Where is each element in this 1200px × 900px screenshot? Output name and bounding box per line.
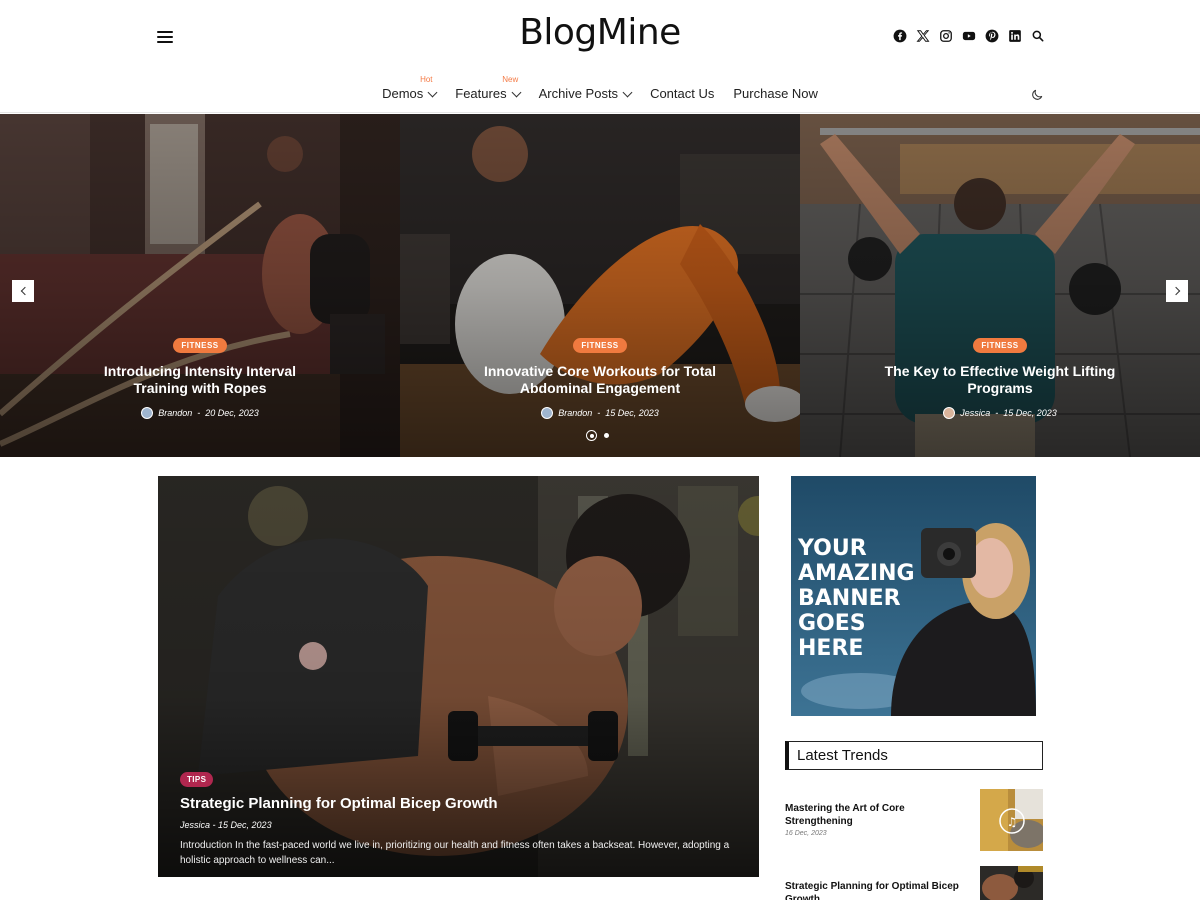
banner-line: YOUR xyxy=(798,536,867,561)
slider-next-button[interactable] xyxy=(1166,280,1188,302)
social-icons xyxy=(893,29,1045,43)
slider-dot-active[interactable] xyxy=(586,430,597,441)
site-header: BlogMine Demos Hot Features New Archive … xyxy=(0,0,1200,113)
category-badge[interactable]: FITNESS xyxy=(973,338,1027,353)
nav-item-contact-us[interactable]: Contact Us xyxy=(650,86,714,101)
slide-meta: Brandon - 20 Dec, 2023 xyxy=(0,407,400,419)
latest-trends-heading: Latest Trends xyxy=(785,741,1043,770)
avatar xyxy=(541,407,554,419)
nav-item-demos[interactable]: Demos Hot xyxy=(382,75,438,101)
youtube-icon[interactable] xyxy=(962,29,976,43)
pinterest-icon[interactable] xyxy=(985,29,999,43)
chevron-left-icon xyxy=(20,286,29,296)
search-icon[interactable] xyxy=(1031,29,1045,43)
meta-separator: - xyxy=(995,408,999,418)
banner-line: HERE xyxy=(798,636,864,661)
post-date: 15 Dec, 2023 xyxy=(605,408,659,418)
nav-label: Contact Us xyxy=(650,86,715,101)
post-date: 15 Dec, 2023 xyxy=(218,820,272,830)
author-name[interactable]: Brandon xyxy=(558,408,592,418)
slide-content: FITNESS Introducing Intensity Interval T… xyxy=(0,335,400,419)
banner-line: AMAZING xyxy=(798,561,915,586)
slide-card[interactable]: FITNESS Introducing Intensity Interval T… xyxy=(0,114,400,457)
slider-dot[interactable] xyxy=(604,433,609,438)
svg-text:♫: ♫ xyxy=(1007,815,1018,829)
slide-meta: Jessica - 15 Dec, 2023 xyxy=(800,407,1200,419)
main-nav: Demos Hot Features New Archive Posts Con… xyxy=(0,75,1200,101)
featured-excerpt: Introduction In the fast-paced world we … xyxy=(180,840,730,866)
author-name[interactable]: Brandon xyxy=(158,408,192,418)
nav-label: Demos xyxy=(382,86,424,101)
post-date: 15 Dec, 2023 xyxy=(1003,408,1057,418)
linkedin-icon[interactable] xyxy=(1008,29,1022,43)
avatar xyxy=(141,407,154,419)
slide-title[interactable]: Introducing Intensity Interval Training … xyxy=(75,363,325,397)
post-date: 20 Dec, 2023 xyxy=(205,408,259,418)
slide-meta: Brandon - 15 Dec, 2023 xyxy=(400,407,800,419)
ad-banner[interactable]: YOUR AMAZING BANNER GOES HERE xyxy=(791,476,1036,716)
moon-icon[interactable] xyxy=(1030,88,1044,102)
nav-item-archive-posts[interactable]: Archive Posts xyxy=(538,86,633,101)
hot-badge: Hot xyxy=(420,75,433,84)
facebook-icon[interactable] xyxy=(893,29,907,43)
slide-content: FITNESS The Key to Effective Weight Lift… xyxy=(800,335,1200,419)
slide-title[interactable]: The Key to Effective Weight Lifting Prog… xyxy=(875,363,1125,397)
instagram-icon[interactable] xyxy=(939,29,953,43)
avatar xyxy=(943,407,956,419)
banner-text: YOUR AMAZING BANNER GOES HERE xyxy=(798,536,915,661)
slider-prev-button[interactable] xyxy=(12,280,34,302)
slide-card[interactable]: FITNESS The Key to Effective Weight Lift… xyxy=(800,114,1200,457)
featured-post[interactable]: TIPS Strategic Planning for Optimal Bice… xyxy=(158,476,759,877)
nav-label: Features xyxy=(455,86,507,101)
trend-item[interactable]: Mastering the Art of Core Strengthening … xyxy=(785,789,1043,851)
slide-card[interactable]: FITNESS Innovative Core Workouts for Tot… xyxy=(400,114,800,457)
featured-meta: Jessica - 15 Dec, 2023 xyxy=(180,820,740,830)
category-badge[interactable]: FITNESS xyxy=(573,338,627,353)
featured-title[interactable]: Strategic Planning for Optimal Bicep Gro… xyxy=(180,795,740,812)
nav-item-features[interactable]: Features New xyxy=(455,75,522,101)
nav-item-purchase-now[interactable]: Purchase Now xyxy=(733,86,818,101)
trend-title[interactable]: Mastering the Art of Core Strengthening xyxy=(785,802,965,828)
nav-label: Purchase Now xyxy=(733,86,818,101)
nav-label: Archive Posts xyxy=(538,86,619,101)
slide-content: FITNESS Innovative Core Workouts for Tot… xyxy=(400,335,800,419)
slide-title[interactable]: Innovative Core Workouts for Total Abdom… xyxy=(475,363,725,397)
chevron-down-icon xyxy=(511,87,522,97)
x-twitter-icon[interactable] xyxy=(916,29,930,43)
author-name[interactable]: Jessica xyxy=(960,408,990,418)
trend-item[interactable]: Strategic Planning for Optimal Bicep Gro… xyxy=(785,866,1043,900)
meta-separator: - xyxy=(197,408,201,418)
meta-separator: - xyxy=(597,408,601,418)
banner-line: BANNER xyxy=(798,586,901,611)
hero-slider: FITNESS Introducing Intensity Interval T… xyxy=(0,114,1200,457)
new-badge: New xyxy=(502,75,519,84)
trend-thumbnail[interactable] xyxy=(980,866,1043,900)
trend-thumbnail[interactable]: ♫ xyxy=(980,789,1043,851)
featured-content: TIPS Strategic Planning for Optimal Bice… xyxy=(180,769,740,868)
chevron-down-icon xyxy=(622,87,633,97)
author-name[interactable]: Jessica xyxy=(180,820,210,830)
category-badge[interactable]: TIPS xyxy=(180,772,214,787)
banner-line: GOES xyxy=(798,611,866,636)
slider-pagination xyxy=(586,430,609,441)
chevron-down-icon xyxy=(427,87,438,97)
trend-title[interactable]: Strategic Planning for Optimal Bicep Gro… xyxy=(785,880,965,900)
chevron-right-icon xyxy=(1171,286,1180,296)
category-badge[interactable]: FITNESS xyxy=(173,338,227,353)
